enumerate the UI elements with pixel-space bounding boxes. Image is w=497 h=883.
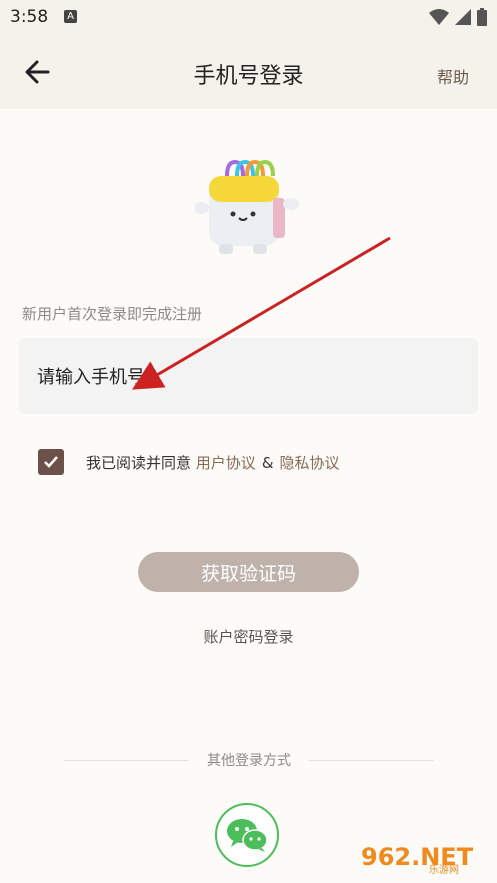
agree-prefix: 我已阅读并同意 [86,453,192,472]
privacy-link[interactable]: 隐私协议 [280,454,340,472]
status-time: 3:58 [10,7,49,27]
page-title: 手机号登录 [193,64,304,89]
divider-left [64,759,189,761]
other-login-label: 其他登录方式 [207,753,291,769]
mascot-image [195,159,299,254]
app-header: 手机号登录 帮助 [0,34,497,109]
help-link[interactable]: 帮助 [437,64,469,88]
status-bar: 3:58 A [0,0,497,34]
wechat-icon [227,819,268,852]
arrow-left-icon [25,60,50,84]
user-agreement-link[interactable]: 用户协议 [196,454,256,472]
other-login-divider: 其他登录方式 [64,750,434,770]
watermark: 962.NET 乐游网 [359,839,489,879]
watermark-sub: 乐游网 [429,863,459,875]
phone-field[interactable] [19,338,478,416]
agreement-text: 我已阅读并同意 用户协议 & 隐私协议 [86,452,340,473]
register-hint: 新用户首次登录即完成注册 [22,305,203,323]
get-code-button[interactable]: 获取验证码 [138,552,359,592]
agreement-row: 我已阅读并同意 用户协议 & 隐私协议 [38,449,340,475]
check-icon [44,456,58,468]
back-button[interactable] [22,56,54,88]
battery-icon [477,8,487,26]
password-login-row: 账户密码登录 [0,626,497,647]
amp-text: & [261,453,274,472]
agree-checkbox[interactable] [38,449,64,475]
password-login-link[interactable]: 账户密码登录 [203,628,293,646]
notification-icon: A [64,10,77,23]
watermark-logo: 962.NET 乐游网 [361,843,474,876]
wechat-login-button[interactable] [215,803,279,867]
phone-input[interactable] [35,338,459,416]
divider-right [309,759,434,761]
signal-icon [455,9,471,25]
status-icons [429,8,487,26]
wifi-icon [429,9,449,25]
